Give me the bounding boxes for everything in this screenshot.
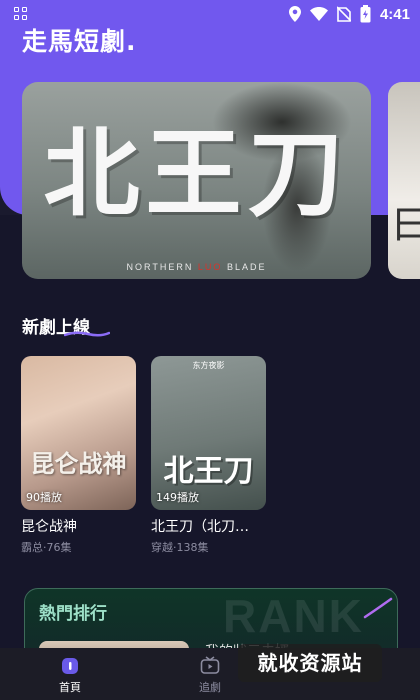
watermark-stamp: 就收资源站 (238, 644, 382, 682)
drama-meta: 穿越·138集 (151, 541, 209, 554)
drama-meta: 霸总·76集 (21, 541, 72, 554)
status-icons: 4:41 (288, 4, 410, 24)
poster-title: 北王刀 (163, 454, 254, 489)
section-underline-icon (64, 331, 110, 337)
banner-title: 北王刀 (43, 117, 350, 230)
poster-tag: 东方夜影 (192, 361, 225, 370)
home-icon (62, 658, 78, 674)
banner-next-card[interactable]: 曰 (388, 82, 420, 279)
nav-item-home[interactable]: 首頁 (35, 648, 105, 700)
poster-title: 昆仑战神 (30, 449, 127, 478)
banner-subtitle-right: BLADE (226, 262, 267, 272)
status-time: 4:41 (379, 5, 410, 23)
banner-next-title: 曰 (392, 202, 420, 248)
play-count: 90播放 (26, 491, 62, 504)
location-icon (288, 6, 301, 22)
wifi-icon (309, 7, 328, 21)
play-count: 149播放 (156, 491, 199, 504)
nav-label-home: 首頁 (59, 681, 81, 694)
nav-item-follow[interactable]: 追劇 (175, 648, 245, 700)
no-sim-icon (336, 6, 351, 22)
drama-card[interactable]: 昆仑战神 90播放 昆仑战神 霸总·76集 (21, 356, 136, 555)
drama-card[interactable]: 东方夜影 北王刀 149播放 北王刀（北刀… 穿越·138集 (151, 356, 266, 555)
drama-name: 昆仑战神 (21, 519, 77, 535)
notification-grid-icon (14, 7, 28, 21)
banner-subtitle-left: NORTHERN (126, 262, 194, 272)
drama-name: 北王刀（北刀… (151, 519, 249, 535)
app-title: 走馬短劇. (22, 27, 137, 56)
swoosh-icon (363, 597, 393, 619)
nav-label-follow: 追劇 (199, 681, 221, 694)
banner-card[interactable]: 北王刀 NORTHERN LUO BLADE (22, 82, 371, 279)
battery-charging-icon (360, 5, 371, 23)
banner-subtitle-mid: LUO (197, 262, 223, 272)
banner-subtitle: NORTHERN LUO BLADE (22, 262, 371, 272)
drama-poster[interactable]: 昆仑战神 90播放 (21, 356, 136, 510)
rank-watermark: RANK (223, 590, 364, 642)
ranking-title: 熱門排行 (39, 604, 107, 624)
tv-icon (200, 656, 220, 674)
drama-poster[interactable]: 东方夜影 北王刀 149播放 (151, 356, 266, 510)
